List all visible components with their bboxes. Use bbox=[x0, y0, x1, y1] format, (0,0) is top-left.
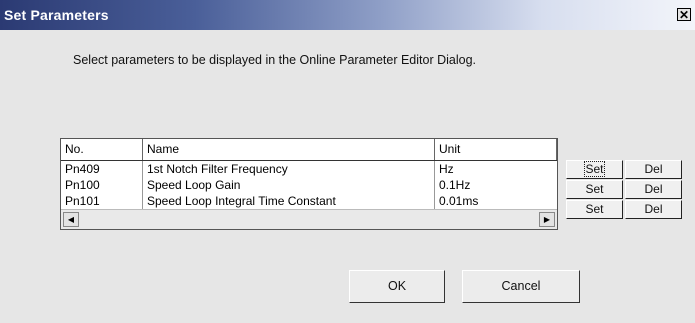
cell-name: Speed Loop Gain bbox=[143, 177, 435, 193]
column-header-unit[interactable]: Unit bbox=[435, 139, 557, 160]
window-title: Set Parameters bbox=[4, 7, 109, 23]
cell-no: Pn101 bbox=[61, 193, 143, 209]
cell-name: Speed Loop Integral Time Constant bbox=[143, 193, 435, 209]
del-button-label: Del bbox=[644, 162, 663, 176]
title-bar[interactable]: Set Parameters ✕ bbox=[0, 0, 695, 30]
ok-button[interactable]: OK bbox=[349, 270, 445, 303]
cell-no: Pn100 bbox=[61, 177, 143, 193]
scroll-left-button[interactable]: ◀ bbox=[63, 212, 79, 227]
set-button-label: Set bbox=[584, 161, 605, 177]
scroll-left-icon: ◀ bbox=[67, 215, 75, 224]
instruction-text: Select parameters to be displayed in the… bbox=[73, 53, 476, 67]
set-button-label: Set bbox=[585, 182, 604, 196]
scroll-right-icon: ▶ bbox=[543, 215, 551, 224]
cell-unit: Hz bbox=[439, 162, 454, 176]
horizontal-scrollbar[interactable]: ◀ ▶ bbox=[61, 209, 557, 229]
close-icon: ✕ bbox=[678, 7, 690, 22]
table-row[interactable]: Pn409 1st Notch Filter Frequency Hz bbox=[61, 161, 557, 177]
del-button-row-3[interactable]: Del bbox=[625, 200, 682, 219]
set-button-row-1[interactable]: Set bbox=[566, 160, 623, 179]
del-button-row-2[interactable]: Del bbox=[625, 180, 682, 199]
column-header-no[interactable]: No. bbox=[61, 139, 143, 160]
table-row[interactable]: Pn100 Speed Loop Gain 0.1Hz bbox=[61, 177, 557, 193]
set-button-label: Set bbox=[585, 202, 604, 216]
cell-unit: 0.01ms bbox=[439, 194, 479, 208]
table-row[interactable]: Pn101 Speed Loop Integral Time Constant … bbox=[61, 193, 557, 209]
cell-unit: 0.1Hz bbox=[439, 178, 471, 192]
cell-no: Pn409 bbox=[61, 161, 143, 177]
grid-header: No. Name Unit bbox=[61, 139, 557, 161]
scroll-right-button[interactable]: ▶ bbox=[539, 212, 555, 227]
parameter-grid: No. Name Unit Pn409 1st Notch Filter Fre… bbox=[60, 138, 558, 230]
set-button-row-3[interactable]: Set bbox=[566, 200, 623, 219]
del-button-label: Del bbox=[644, 202, 663, 216]
set-button-row-2[interactable]: Set bbox=[566, 180, 623, 199]
column-header-name[interactable]: Name bbox=[143, 139, 435, 160]
del-button-row-1[interactable]: Del bbox=[625, 160, 682, 179]
cell-name: 1st Notch Filter Frequency bbox=[143, 161, 435, 177]
del-button-label: Del bbox=[644, 182, 663, 196]
close-button[interactable]: ✕ bbox=[677, 8, 691, 21]
cancel-button[interactable]: Cancel bbox=[462, 270, 580, 303]
